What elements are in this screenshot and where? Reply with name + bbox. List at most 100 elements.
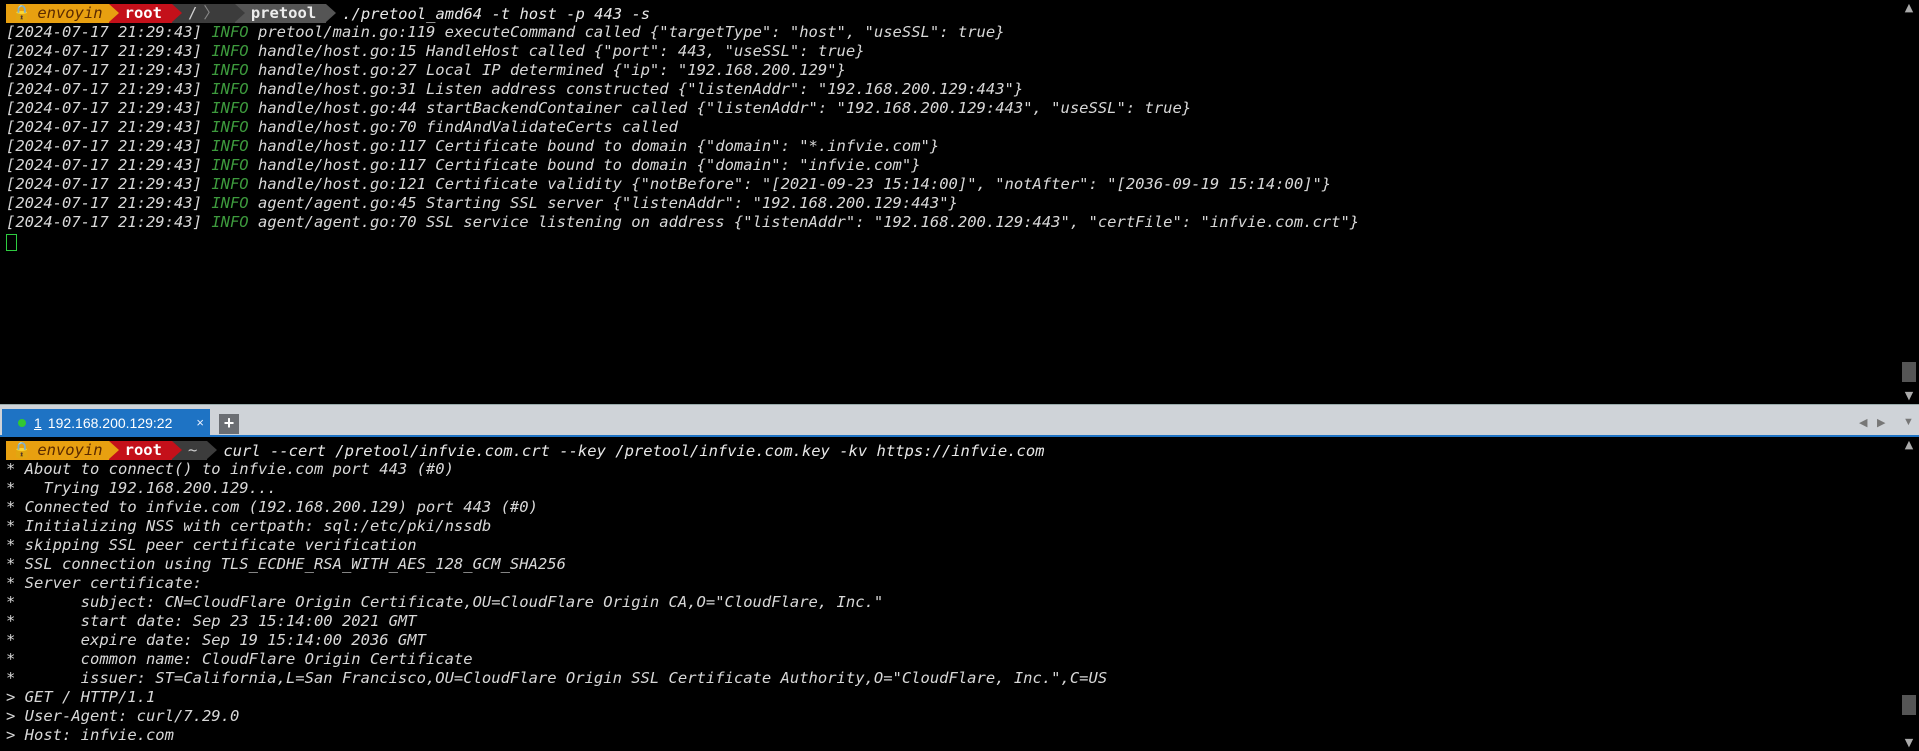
prompt-user: envoyin (37, 4, 103, 22)
log-line: [2024-07-17 21:29:43] INFO handle/host.g… (6, 118, 1895, 137)
tab-menu-icon[interactable]: ▼ (1903, 416, 1914, 428)
log-timestamp: [2024-07-17 21:29:43] (6, 99, 202, 117)
log-level: INFO (211, 118, 249, 136)
scrollbar-bottom[interactable]: ▲ ▼ (1899, 437, 1919, 751)
log-level: INFO (211, 42, 249, 60)
tab-scroll-left-icon[interactable]: ◀ (1859, 416, 1867, 429)
scroll-up-icon[interactable]: ▲ (1899, 437, 1919, 453)
log-timestamp: [2024-07-17 21:29:43] (6, 156, 202, 174)
log-level: INFO (211, 194, 249, 212)
log-line: [2024-07-17 21:29:43] INFO handle/host.g… (6, 175, 1895, 194)
log-line: [2024-07-17 21:29:43] INFO handle/host.g… (6, 156, 1895, 175)
prompt-cwd: ~ (187, 441, 198, 459)
log-line: [2024-07-17 21:29:43] INFO agent/agent.g… (6, 213, 1895, 232)
log-message: handle/host.go:117 Certificate bound to … (257, 137, 940, 155)
log-timestamp: [2024-07-17 21:29:43] (6, 213, 202, 231)
log-message: handle/host.go:117 Certificate bound to … (257, 156, 921, 174)
log-timestamp: [2024-07-17 21:29:43] (6, 42, 202, 60)
prompt-command: curl --cert /pretool/infvie.com.crt --ke… (223, 441, 1045, 460)
prompt-user-segment: 🔒 envoyin (6, 4, 119, 23)
output-line: * expire date: Sep 19 15:14:00 2036 GMT (6, 631, 426, 649)
log-level: INFO (211, 61, 249, 79)
output-line: * Trying 192.168.200.129... (6, 479, 277, 497)
log-timestamp: [2024-07-17 21:29:43] (6, 61, 202, 79)
output-line: * Server certificate: (6, 574, 202, 592)
prompt-cwd: pretool (250, 4, 317, 22)
log-timestamp: [2024-07-17 21:29:43] (6, 23, 202, 41)
tab-number: 1 (34, 415, 42, 431)
output-line: * SSL connection using TLS_ECDHE_RSA_WIT… (6, 555, 566, 573)
prompt-cwd-segment: pretool (234, 4, 337, 23)
log-line: [2024-07-17 21:29:43] INFO handle/host.g… (6, 80, 1895, 99)
scroll-down-icon[interactable]: ▼ (1899, 735, 1919, 751)
log-level: INFO (211, 80, 249, 98)
connected-status-icon (18, 419, 26, 427)
tab-label: 192.168.200.129:22 (47, 415, 173, 431)
log-timestamp: [2024-07-17 21:29:43] (6, 175, 202, 193)
log-message: agent/agent.go:45 Starting SSL server {"… (257, 194, 958, 212)
output-line: > Host: infvie.com (6, 726, 174, 744)
close-tab-icon[interactable]: × (196, 415, 204, 430)
output-line: > GET / HTTP/1.1 (6, 688, 156, 706)
shell-prompt-top: 🔒 envoyin root / 〉 pretool ./pretool_amd64… (6, 4, 1895, 23)
log-message: handle/host.go:31 Listen address constru… (257, 80, 1024, 98)
prompt-user: envoyin (37, 441, 103, 459)
output-line: * common name: CloudFlare Origin Certifi… (6, 650, 473, 668)
output-line: * Connected to infvie.com (192.168.200.1… (6, 498, 538, 516)
shell-prompt-bottom: 🔒 envoyin root ~ curl --cert /pretool/inf… (6, 441, 1895, 460)
log-message: handle/host.go:44 startBackendContainer … (257, 99, 1192, 117)
scroll-up-icon[interactable]: ▲ (1899, 0, 1919, 16)
output-line: > User-Agent: curl/7.29.0 (6, 707, 240, 725)
log-message: agent/agent.go:70 SSL service listening … (257, 213, 1360, 231)
log-level: INFO (211, 213, 249, 231)
log-timestamp: [2024-07-17 21:29:43] (6, 194, 202, 212)
output-line: * start date: Sep 23 15:14:00 2021 GMT (6, 612, 417, 630)
lock-icon: 🔒 (12, 4, 32, 22)
log-line: [2024-07-17 21:29:43] INFO handle/host.g… (6, 99, 1895, 118)
log-timestamp: [2024-07-17 21:29:43] (6, 137, 202, 155)
log-timestamp: [2024-07-17 21:29:43] (6, 80, 202, 98)
log-level: INFO (211, 137, 249, 155)
prompt-host: root (124, 4, 162, 22)
lock-icon: 🔒 (12, 441, 32, 459)
log-line: [2024-07-17 21:29:43] INFO handle/host.g… (6, 137, 1895, 156)
path-separator: 〉 (203, 4, 219, 22)
log-line: [2024-07-17 21:29:43] INFO pretool/main.… (6, 23, 1895, 42)
terminal-output-bottom: 🔒 envoyin root ~ curl --cert /pretool/inf… (6, 441, 1895, 745)
session-tab-bar: 1 192.168.200.129:22 × + ◀ ▶ ▼ (0, 404, 1919, 437)
log-message: handle/host.go:27 Local IP determined {"… (257, 61, 846, 79)
prompt-path-root: / (187, 4, 198, 22)
log-line: [2024-07-17 21:29:43] INFO agent/agent.g… (6, 194, 1895, 213)
prompt-user-segment: 🔒 envoyin (6, 441, 119, 460)
scroll-down-icon[interactable]: ▼ (1899, 388, 1919, 404)
log-level: INFO (211, 23, 249, 41)
terminal-cursor (6, 234, 17, 251)
log-line: [2024-07-17 21:29:43] INFO handle/host.g… (6, 61, 1895, 80)
prompt-command: ./pretool_amd64 -t host -p 443 -s (342, 4, 651, 23)
terminal-pane-bottom[interactable]: 🔒 envoyin root ~ curl --cert /pretool/inf… (0, 437, 1919, 751)
add-tab-button[interactable]: + (219, 414, 239, 434)
log-message: handle/host.go:15 HandleHost called {"po… (257, 42, 865, 60)
output-line: * Initializing NSS with certpath: sql:/e… (6, 517, 492, 535)
output-line: * skipping SSL peer certificate verifica… (6, 536, 417, 554)
log-level: INFO (211, 175, 249, 193)
cursor-line (6, 232, 1895, 251)
log-level: INFO (211, 99, 249, 117)
log-message: handle/host.go:70 findAndValidateCerts c… (257, 118, 678, 136)
output-line: * About to connect() to infvie.com port … (6, 460, 454, 478)
log-message: handle/host.go:121 Certificate validity … (257, 175, 1332, 193)
tab-scroll-right-icon[interactable]: ▶ (1877, 416, 1885, 429)
session-tab-1[interactable]: 1 192.168.200.129:22 × (2, 409, 210, 437)
scroll-thumb-top[interactable] (1902, 362, 1916, 382)
scroll-thumb-bottom[interactable] (1902, 695, 1916, 715)
terminal-output-top: 🔒 envoyin root / 〉 pretool ./pretool_amd64… (6, 4, 1895, 251)
scrollbar-top[interactable]: ▲ ▼ (1899, 0, 1919, 404)
prompt-host: root (124, 441, 162, 459)
output-line: * issuer: ST=California,L=San Francisco,… (6, 669, 1108, 687)
log-line: [2024-07-17 21:29:43] INFO handle/host.g… (6, 42, 1895, 61)
log-level: INFO (211, 156, 249, 174)
log-timestamp: [2024-07-17 21:29:43] (6, 118, 202, 136)
log-message: pretool/main.go:119 executeCommand calle… (257, 23, 1005, 41)
output-line: * subject: CN=CloudFlare Origin Certific… (6, 593, 884, 611)
terminal-pane-top[interactable]: 🔒 envoyin root / 〉 pretool ./pretool_amd64… (0, 0, 1919, 404)
